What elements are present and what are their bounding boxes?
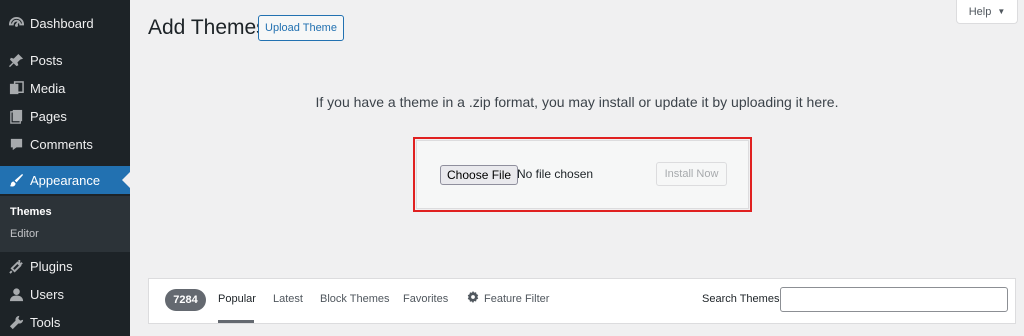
tab-block-themes[interactable]: Block Themes — [320, 293, 390, 305]
install-now-button[interactable]: Install Now — [656, 162, 727, 186]
submenu-item-editor[interactable]: Editor — [10, 228, 39, 240]
caret-down-icon: ▼ — [997, 7, 1006, 16]
search-themes-input[interactable] — [780, 287, 1008, 312]
gear-icon — [467, 291, 479, 306]
search-themes-label: Search Themes — [702, 293, 780, 305]
theme-count-badge: 7284 — [165, 289, 206, 311]
upload-instructions: If you have a theme in a .zip format, yo… — [315, 94, 839, 110]
file-status-text: No file chosen — [517, 167, 594, 181]
brush-icon — [8, 172, 24, 188]
current-tab-indicator — [218, 320, 254, 323]
dashboard-icon — [8, 15, 24, 31]
tab-latest[interactable]: Latest — [273, 293, 303, 305]
menu-item-label: Plugins — [30, 258, 73, 274]
menu-item-label: Comments — [30, 136, 93, 152]
comments-icon — [8, 136, 24, 152]
page-title: Add Themes — [148, 16, 267, 39]
pin-icon — [8, 52, 24, 68]
menu-item-users[interactable]: Users — [0, 280, 130, 308]
menu-item-label: Posts — [30, 52, 63, 68]
menu-item-comments[interactable]: Comments — [0, 130, 130, 158]
menu-item-label: Pages — [30, 108, 67, 124]
menu-item-label: Users — [30, 286, 64, 302]
appearance-submenu: Themes Editor — [0, 196, 130, 252]
pages-icon — [8, 108, 24, 124]
menu-item-label: Dashboard — [30, 15, 94, 31]
user-icon — [8, 286, 24, 302]
feature-filter-button[interactable]: Feature Filter — [467, 291, 549, 306]
tab-popular[interactable]: Popular — [218, 293, 256, 305]
admin-sidebar: Dashboard Posts Media Pages Comments App… — [0, 0, 130, 336]
wrench-icon — [8, 314, 24, 330]
plug-icon — [8, 258, 24, 274]
menu-item-appearance[interactable]: Appearance — [0, 166, 130, 194]
menu-item-tools[interactable]: Tools — [0, 308, 130, 336]
help-tab[interactable]: Help ▼ — [956, 0, 1018, 24]
menu-item-posts[interactable]: Posts — [0, 46, 130, 74]
menu-item-label: Appearance — [30, 172, 101, 188]
upload-theme-button[interactable]: Upload Theme — [258, 15, 344, 41]
choose-file-button[interactable]: Choose File — [440, 165, 519, 185]
tab-favorites[interactable]: Favorites — [403, 293, 448, 305]
menu-item-dashboard[interactable]: Dashboard — [0, 9, 130, 37]
menu-item-plugins[interactable]: Plugins — [0, 252, 130, 280]
submenu-item-themes[interactable]: Themes — [10, 206, 52, 218]
feature-filter-label: Feature Filter — [484, 292, 550, 305]
menu-item-label: Tools — [30, 314, 61, 330]
help-label: Help — [968, 5, 992, 18]
